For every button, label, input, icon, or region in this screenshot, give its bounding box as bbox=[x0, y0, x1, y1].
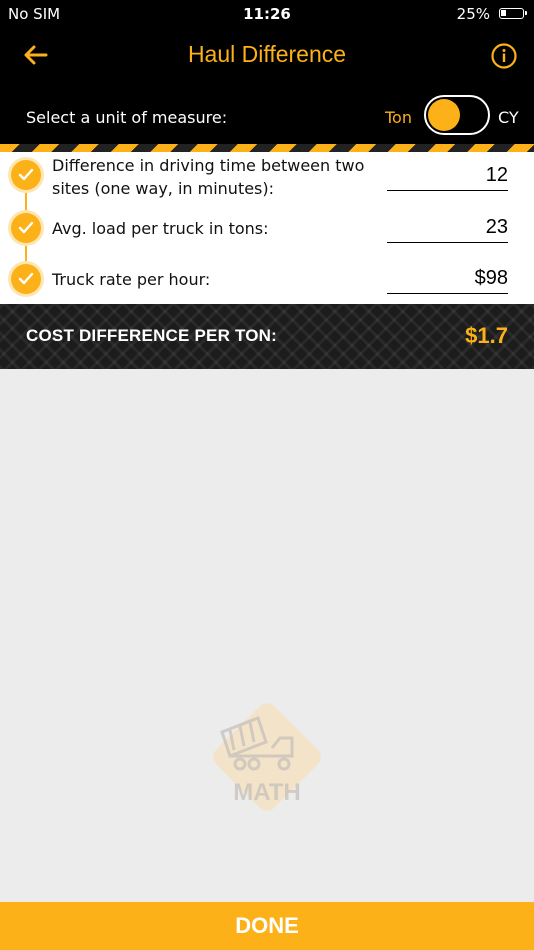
avg-load-label: Avg. load per truck in tons: bbox=[52, 219, 269, 238]
truck-math-watermark-icon: MATH bbox=[213, 703, 321, 811]
battery-percent: 25% bbox=[456, 5, 490, 23]
check-icon bbox=[11, 160, 41, 190]
watermark-text: MATH bbox=[233, 779, 301, 806]
toggle-knob bbox=[428, 99, 460, 131]
truck-rate-input[interactable]: $98 bbox=[387, 263, 508, 294]
page-title: Haul Difference bbox=[187, 41, 347, 67]
result-label: COST DIFFERENCE PER TON: bbox=[26, 326, 278, 345]
nav-bar: Haul Difference bbox=[0, 28, 534, 84]
status-bar: No SIM 11:26 25% bbox=[0, 0, 534, 28]
driving-time-input[interactable]: 12 bbox=[387, 160, 508, 191]
status-time: 11:26 bbox=[243, 5, 291, 23]
unit-toggle[interactable] bbox=[424, 95, 490, 135]
driving-time-label: Difference in driving time between two s… bbox=[52, 154, 364, 200]
info-icon bbox=[491, 43, 517, 69]
hazard-stripe bbox=[0, 144, 534, 152]
unit-selector-label: Select a unit of measure: bbox=[26, 108, 228, 127]
avg-load-input[interactable]: 23 bbox=[387, 212, 508, 243]
result-value: $1.7 bbox=[465, 323, 508, 348]
info-button[interactable] bbox=[482, 38, 522, 74]
unit-selector: Select a unit of measure: Ton CY bbox=[0, 84, 534, 144]
driving-time-label-line1: Difference in driving time between two bbox=[52, 156, 365, 175]
truck-rate-label: Truck rate per hour: bbox=[52, 270, 211, 289]
check-icon bbox=[11, 213, 41, 243]
unit-option-ton[interactable]: Ton bbox=[385, 108, 412, 127]
done-button[interactable]: DONE bbox=[0, 902, 534, 950]
battery-icon bbox=[499, 8, 527, 19]
driving-time-label-line2: sites (one way, in minutes): bbox=[52, 179, 275, 198]
check-icon bbox=[11, 264, 41, 294]
result-bar: COST DIFFERENCE PER TON: $1.7 bbox=[0, 304, 534, 369]
unit-option-cy[interactable]: CY bbox=[498, 108, 519, 127]
input-form: Difference in driving time between two s… bbox=[0, 152, 534, 304]
